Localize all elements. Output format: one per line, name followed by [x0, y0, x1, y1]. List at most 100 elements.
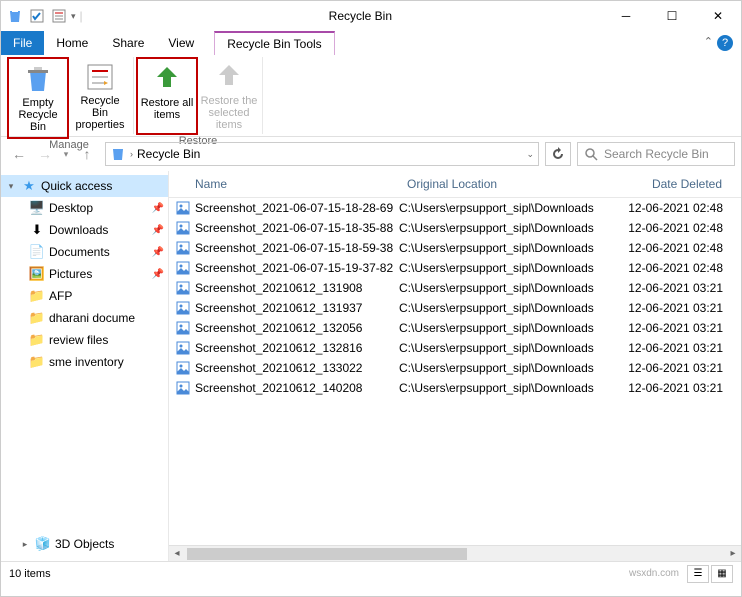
file-row[interactable]: Screenshot_20210612_132816 C:\Users\erps… — [169, 338, 741, 358]
restore-all-icon — [151, 63, 183, 95]
pin-icon: 📌 — [152, 225, 164, 236]
file-row[interactable]: Screenshot_20210612_131908 C:\Users\erps… — [169, 278, 741, 298]
search-box[interactable]: Search Recycle Bin — [577, 142, 735, 166]
file-tab[interactable]: File — [1, 31, 44, 55]
sidebar-item[interactable]: 📄Documents📌 — [1, 241, 168, 263]
sidebar-label: Desktop — [49, 201, 148, 215]
details-view-button[interactable]: ☰ — [687, 565, 709, 583]
home-tab[interactable]: Home — [44, 31, 100, 55]
file-list[interactable]: Name Original Location Date Deleted Scre… — [169, 171, 741, 561]
search-placeholder: Search Recycle Bin — [604, 147, 709, 161]
date-column-header[interactable]: Date Deleted — [619, 171, 739, 197]
star-icon: ★ — [21, 178, 37, 194]
history-dropdown[interactable]: ▾ — [59, 142, 73, 166]
file-date: 12-06-2021 03:21 — [619, 361, 739, 375]
view-tab[interactable]: View — [156, 31, 206, 55]
sidebar-item[interactable]: 📁sme inventory — [1, 351, 168, 373]
search-icon — [584, 147, 598, 161]
scroll-thumb[interactable] — [187, 548, 467, 560]
sidebar-label: Pictures — [49, 267, 148, 281]
quick-access-label: Quick access — [41, 179, 164, 193]
empty-bin-icon — [22, 63, 54, 95]
sidebar-label: 3D Objects — [55, 537, 164, 551]
expand-toggle[interactable]: ▸ — [19, 539, 31, 550]
item-count: 10 items — [9, 568, 51, 580]
help-icon[interactable]: ? — [717, 35, 733, 51]
empty-recycle-bin-button[interactable]: Empty Recycle Bin — [7, 57, 69, 139]
file-location: C:\Users\erpsupport_sipl\Downloads — [399, 221, 619, 235]
checkbox-icon[interactable] — [27, 6, 47, 26]
file-location: C:\Users\erpsupport_sipl\Downloads — [399, 241, 619, 255]
content-area: ▾ ★ Quick access 🖥️ Desktop 📌⬇Downloads📌📄D… — [1, 171, 741, 561]
sidebar-item[interactable]: ⬇Downloads📌 — [1, 219, 168, 241]
properties-icon — [84, 61, 116, 93]
sidebar-item[interactable]: 📁review files — [1, 329, 168, 351]
file-name: Screenshot_2021-06-07-15-18-35-88 — [195, 221, 393, 235]
refresh-button[interactable] — [545, 142, 571, 166]
minimize-button[interactable]: ─ — [603, 1, 649, 31]
sidebar-item-3d[interactable]: ▸ 🧊 3D Objects — [1, 533, 168, 555]
back-button[interactable]: ← — [7, 142, 31, 166]
empty-label: Empty Recycle Bin — [11, 97, 65, 133]
forward-button: → — [33, 142, 57, 166]
file-row[interactable]: Screenshot_20210612_140208 C:\Users\erps… — [169, 378, 741, 398]
quick-access-root[interactable]: ▾ ★ Quick access — [1, 175, 168, 197]
breadcrumb[interactable]: › Recycle Bin ⌄ — [105, 142, 539, 166]
breadcrumb-dropdown[interactable]: ⌄ — [526, 149, 534, 160]
sidebar-item[interactable]: 📁AFP — [1, 285, 168, 307]
recycle-bin-icon[interactable] — [5, 6, 25, 26]
icons-view-button[interactable]: ▦ — [711, 565, 733, 583]
properties-qat-icon[interactable] — [49, 6, 69, 26]
folder-icon: 🖼️ — [29, 266, 45, 282]
file-row[interactable]: Screenshot_2021-06-07-15-19-37-82 C:\Use… — [169, 258, 741, 278]
file-name: Screenshot_20210612_132816 — [195, 341, 362, 355]
expand-toggle[interactable]: ▾ — [5, 181, 17, 192]
file-location: C:\Users\erpsupport_sipl\Downloads — [399, 361, 619, 375]
image-file-icon — [175, 380, 191, 396]
folder-icon: 🖥️ — [29, 200, 45, 216]
file-row[interactable]: Screenshot_2021-06-07-15-18-28-69 C:\Use… — [169, 198, 741, 218]
sidebar-label: Documents — [49, 245, 148, 259]
recycle-bin-tools-tab[interactable]: Recycle Bin Tools — [214, 31, 335, 55]
sidebar-item[interactable]: 📁dharani docume — [1, 307, 168, 329]
sidebar-item[interactable]: 🖼️Pictures📌 — [1, 263, 168, 285]
scroll-left-icon[interactable]: ◂ — [169, 548, 185, 559]
sidebar-item[interactable]: 🖥️Desktop📌 — [1, 197, 168, 219]
file-name: Screenshot_20210612_132056 — [195, 321, 362, 335]
restore-all-button[interactable]: Restore all items — [136, 57, 198, 135]
image-file-icon — [175, 320, 191, 336]
file-location: C:\Users\erpsupport_sipl\Downloads — [399, 201, 619, 215]
folder-icon: 📁 — [29, 354, 45, 370]
file-row[interactable]: Screenshot_2021-06-07-15-18-35-88 C:\Use… — [169, 218, 741, 238]
file-date: 12-06-2021 02:48 — [619, 201, 739, 215]
file-date: 12-06-2021 03:21 — [619, 321, 739, 335]
up-button[interactable]: ↑ — [75, 142, 99, 166]
sidebar-label: review files — [49, 333, 164, 347]
file-date: 12-06-2021 03:21 — [619, 381, 739, 395]
share-tab[interactable]: Share — [100, 31, 156, 55]
title-bar: ▾ | Manage Recycle Bin ─ ☐ ✕ — [1, 1, 741, 31]
file-row[interactable]: Screenshot_20210612_132056 C:\Users\erps… — [169, 318, 741, 338]
navigation-pane[interactable]: ▾ ★ Quick access 🖥️ Desktop 📌⬇Downloads📌📄D… — [1, 171, 169, 561]
file-row[interactable]: Screenshot_20210612_131937 C:\Users\erps… — [169, 298, 741, 318]
ribbon-collapse[interactable]: ⌃ ? — [696, 31, 741, 55]
name-column-header[interactable]: Name — [169, 171, 399, 197]
image-file-icon — [175, 360, 191, 376]
file-row[interactable]: Screenshot_20210612_133022 C:\Users\erps… — [169, 358, 741, 378]
file-location: C:\Users\erpsupport_sipl\Downloads — [399, 261, 619, 275]
watermark: wsxdn.com — [629, 568, 679, 579]
recycle-bin-properties-button[interactable]: Recycle Bin properties — [69, 57, 131, 139]
scroll-right-icon[interactable]: ▸ — [725, 548, 741, 559]
breadcrumb-text: Recycle Bin — [137, 147, 200, 161]
file-location: C:\Users\erpsupport_sipl\Downloads — [399, 321, 619, 335]
file-row[interactable]: Screenshot_2021-06-07-15-18-59-38 C:\Use… — [169, 238, 741, 258]
location-column-header[interactable]: Original Location — [399, 171, 619, 197]
restore-group: Restore all items Restore the selected i… — [134, 57, 263, 134]
image-file-icon — [175, 340, 191, 356]
window-title: Recycle Bin — [89, 9, 603, 23]
image-file-icon — [175, 300, 191, 316]
horizontal-scrollbar[interactable]: ◂ ▸ — [169, 545, 741, 561]
manage-group: Empty Recycle Bin Recycle Bin properties… — [5, 57, 134, 134]
close-button[interactable]: ✕ — [695, 1, 741, 31]
maximize-button[interactable]: ☐ — [649, 1, 695, 31]
